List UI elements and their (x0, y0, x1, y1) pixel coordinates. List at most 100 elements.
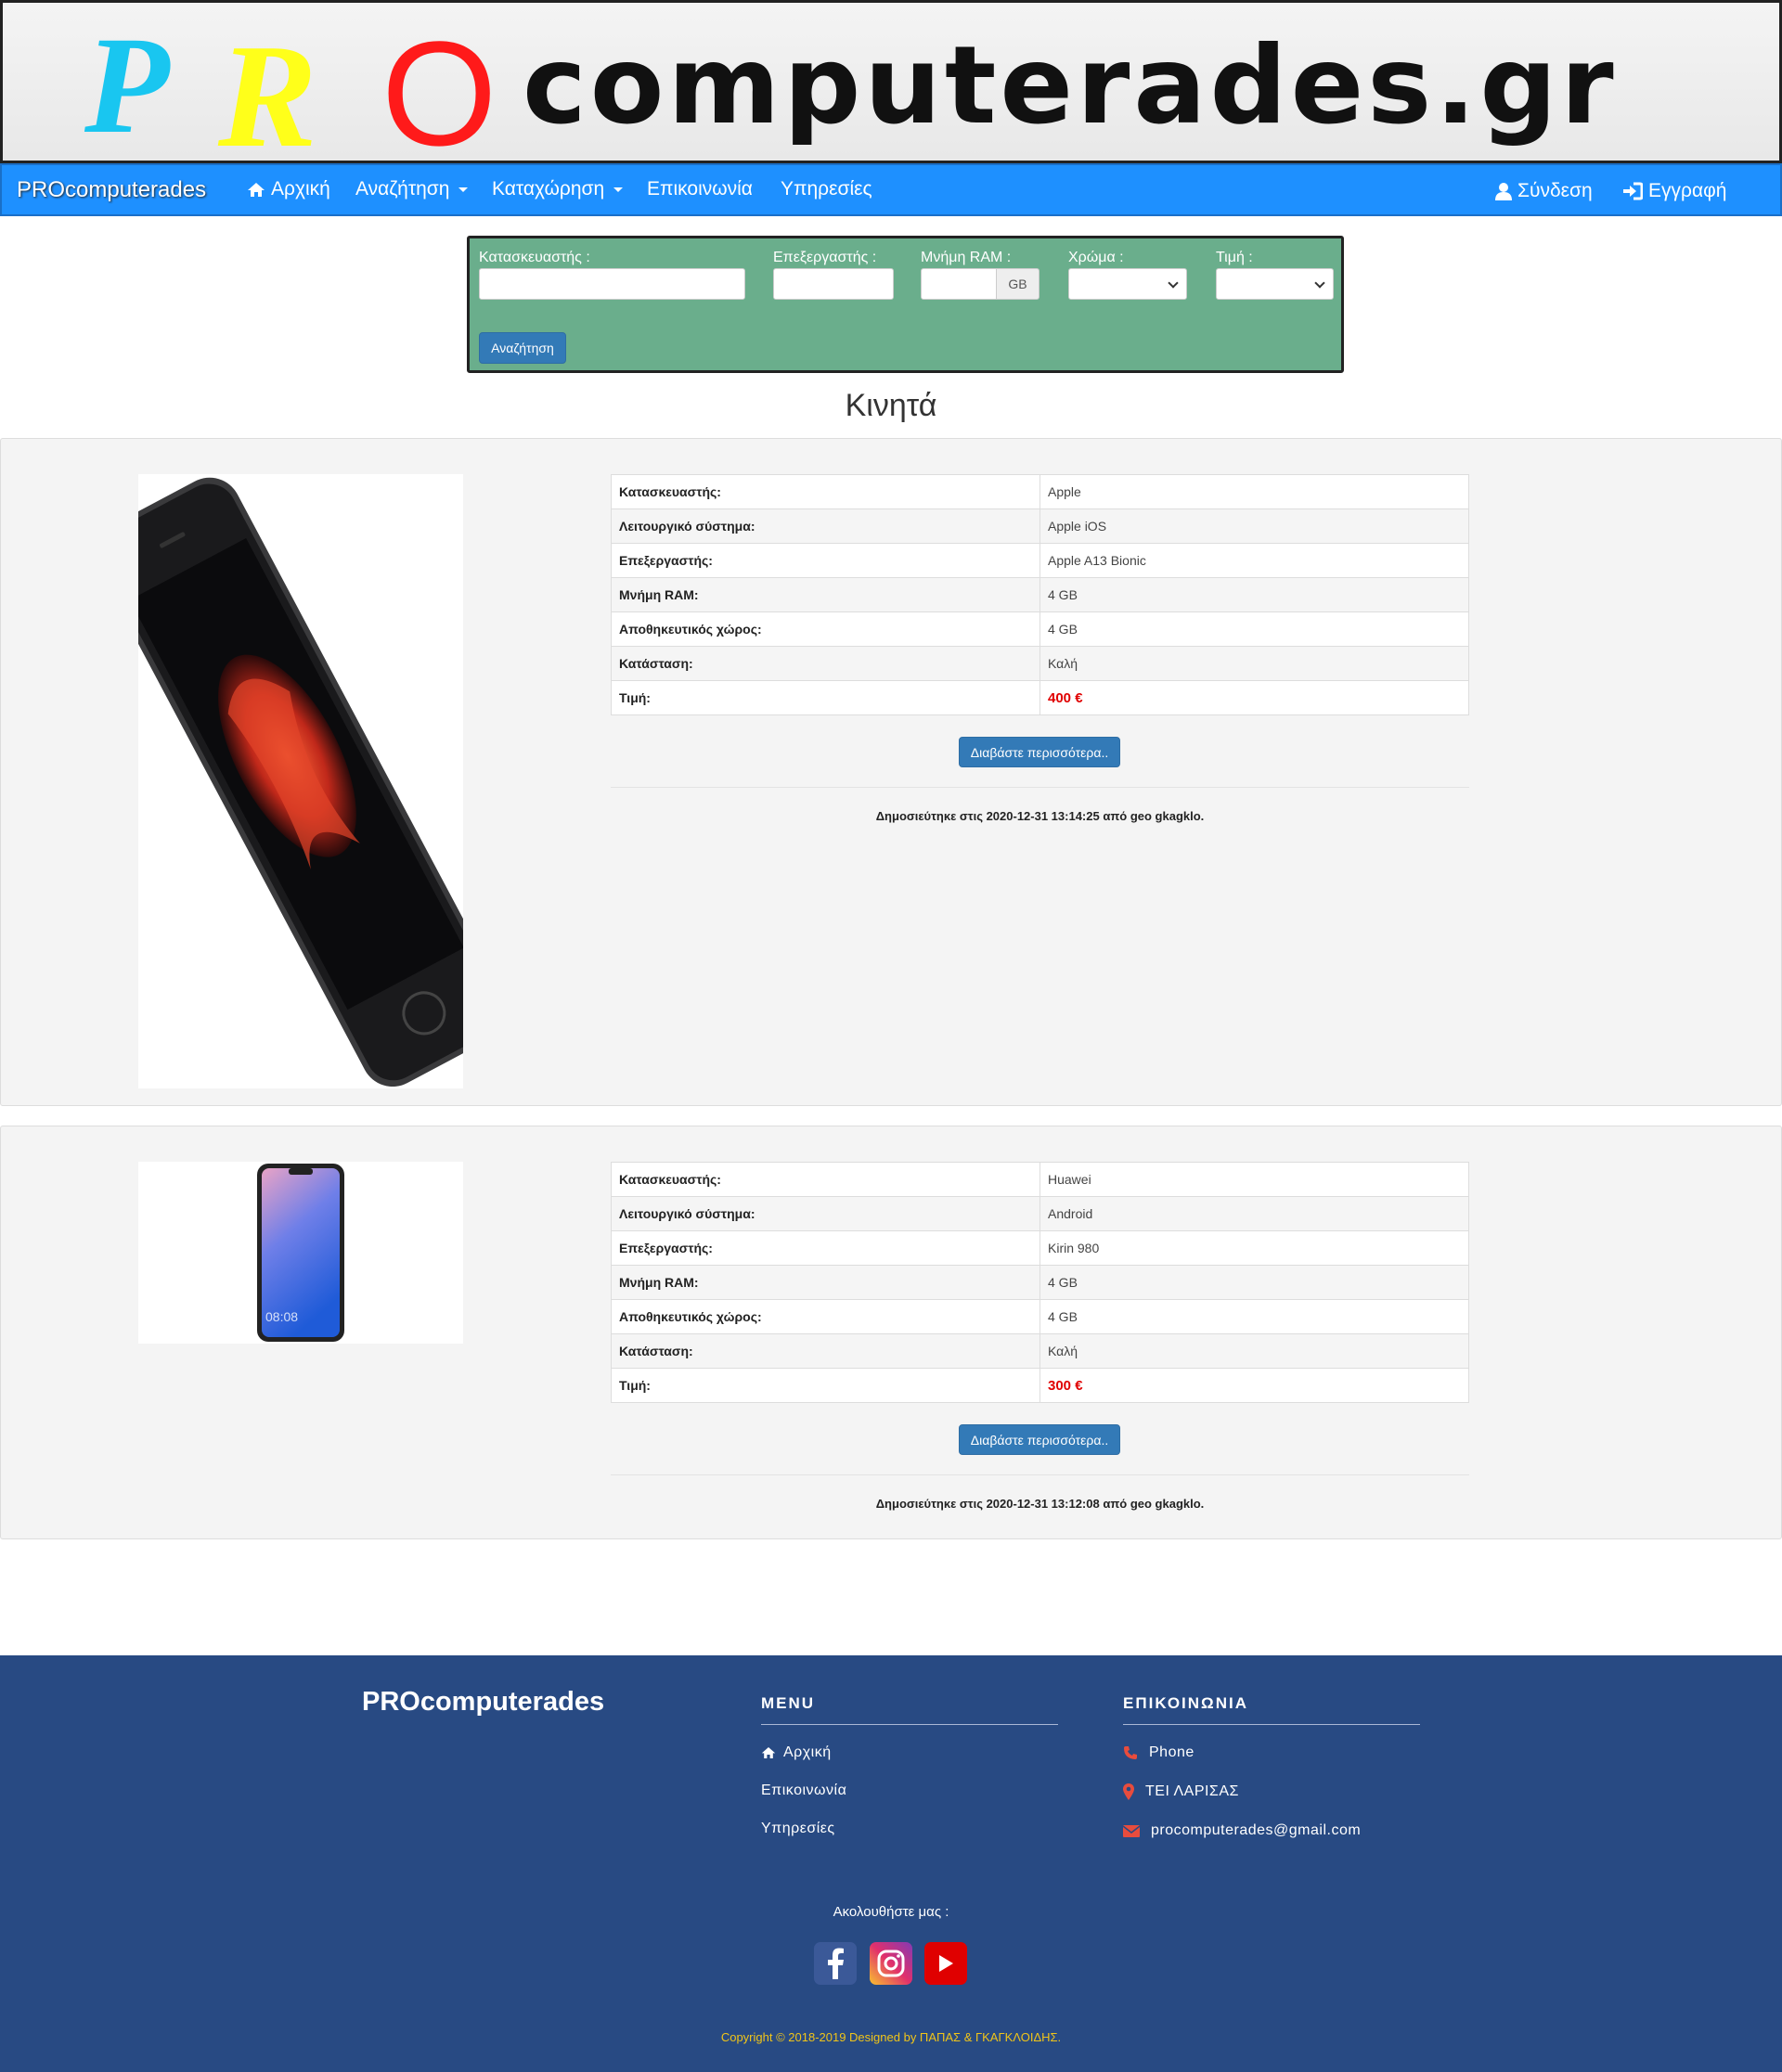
footer-address-label: ΤΕΙ ΛΑΡΙΣΑΣ (1145, 1783, 1239, 1799)
search-panel: Κατασκευαστής : Επεξεργαστής : Μνήμη RAM… (467, 236, 1344, 373)
phone-icon (1124, 1746, 1137, 1759)
iphone-image (138, 477, 463, 1087)
map-marker-icon (1123, 1783, 1134, 1800)
table-row: Λειτουργικό σύστημα: Android (611, 1196, 1469, 1231)
table-row: Αποθηκευτικός χώρος: 4 GB (611, 611, 1469, 647)
read-more-button[interactable]: Διαβάστε περισσότερα.. (959, 1424, 1120, 1455)
price-value: 400 € (1040, 680, 1469, 715)
footer-link-contact[interactable]: Επικοινωνία (761, 1782, 846, 1799)
price-select[interactable] (1216, 268, 1334, 300)
spec-key: Επεξεργαστής: (611, 543, 1040, 578)
divider (611, 1474, 1469, 1475)
ram-input[interactable] (921, 268, 997, 300)
footer-menu-heading: MENU (761, 1694, 816, 1712)
nav-home[interactable]: Αρχική (247, 178, 330, 200)
table-row: Λειτουργικό σύστημα: Apple iOS (611, 508, 1469, 544)
facebook-icon[interactable] (814, 1942, 857, 1985)
spec-table: Κατασκευαστής: Apple Λειτουργικό σύστημα:… (611, 474, 1469, 715)
footer-phone: Phone (1123, 1744, 1194, 1761)
caret-down-icon (613, 187, 624, 192)
read-more-button[interactable]: Διαβάστε περισσότερα.. (959, 737, 1120, 767)
phone-screen-time: 08:08 (265, 1309, 298, 1324)
spec-value: Kirin 980 (1040, 1230, 1469, 1266)
footer-email-label: procomputerades@gmail.com (1151, 1822, 1362, 1838)
table-row: Κατασκευαστής: Huawei (611, 1162, 1469, 1197)
table-row: Κατάσταση: Καλή (611, 646, 1469, 681)
spec-value: Apple (1040, 474, 1469, 509)
spec-key: Αποθηκευτικός χώρος: (611, 611, 1040, 647)
spec-key: Κατάσταση: (611, 1333, 1040, 1369)
logo-text: computerades.gr (523, 23, 1618, 148)
table-row: Κατασκευαστής: Apple (611, 474, 1469, 509)
footer-phone-label: Phone (1149, 1744, 1194, 1760)
spec-value: Apple A13 Bionic (1040, 543, 1469, 578)
footer-address: ΤΕΙ ΛΑΡΙΣΑΣ (1123, 1783, 1239, 1800)
table-row: Επεξεργαστής: Kirin 980 (611, 1230, 1469, 1266)
spec-key: Κατασκευαστής: (611, 1162, 1040, 1197)
spec-table: Κατασκευαστής: Huawei Λειτουργικό σύστημα… (611, 1162, 1469, 1403)
spec-value: 4 GB (1040, 577, 1469, 612)
logo-letter-o: O (381, 10, 497, 163)
spec-key: Αποθηκευτικός χώρος: (611, 1299, 1040, 1334)
nav-register[interactable]: Εγγραφή (1622, 180, 1726, 202)
spec-key: Κατάσταση: (611, 646, 1040, 681)
site-banner[interactable]: P R O computerades.gr (0, 0, 1782, 163)
logo-letter-p: P (84, 8, 170, 162)
follow-us-label: Ακολουθήστε μας : (833, 1904, 949, 1920)
footer-email[interactable]: procomputerades@gmail.com (1123, 1822, 1361, 1839)
published-info: Δημοσιεύτηκε στις 2020-12-31 13:14:25 απ… (875, 809, 1205, 823)
divider (761, 1724, 1058, 1725)
table-row: Αποθηκευτικός χώρος: 4 GB (611, 1299, 1469, 1334)
color-select[interactable] (1068, 268, 1187, 300)
table-row: Επεξεργαστής: Apple A13 Bionic (611, 543, 1469, 578)
ram-label: Μνήμη RAM : (921, 250, 1012, 265)
processor-label: Επεξεργαστής : (773, 250, 877, 265)
spec-value: Καλή (1040, 1333, 1469, 1369)
nav-search-dropdown[interactable]: Αναζήτηση (355, 178, 469, 200)
ram-unit-addon: GB (996, 268, 1040, 300)
envelope-icon (1123, 1824, 1140, 1837)
price-label: Τιμή : (1216, 250, 1253, 265)
home-icon (761, 1747, 776, 1758)
nav-home-label: Αρχική (271, 178, 330, 199)
manufacturer-input[interactable] (479, 268, 745, 300)
footer-brand: PROcomputerades (362, 1687, 605, 1717)
spec-value: Καλή (1040, 646, 1469, 681)
spec-value: Apple iOS (1040, 508, 1469, 544)
spec-value: 4 GB (1040, 1265, 1469, 1300)
published-info: Δημοσιεύτηκε στις 2020-12-31 13:12:08 απ… (875, 1497, 1205, 1511)
spec-key: Μνήμη RAM: (611, 577, 1040, 612)
huawei-image: 08:08 (257, 1164, 344, 1342)
main-navbar: PROcomputerades Αρχική Αναζήτηση Καταχώρ… (0, 163, 1782, 216)
instagram-icon[interactable] (870, 1942, 912, 1985)
footer-contact-heading: ΕΠΙΚΟΙΝΩΝΙΑ (1123, 1694, 1248, 1712)
copyright-text: Copyright © 2018-2019 Designed by ΠΑΠΑΣ … (720, 2030, 1062, 2044)
nav-register-label: Εγγραφή (1648, 180, 1727, 201)
nav-contact[interactable]: Επικοινωνία (647, 178, 753, 200)
product-card: Κατασκευαστής: Apple Λειτουργικό σύστημα:… (0, 438, 1782, 1106)
product-image-iphone[interactable] (138, 474, 463, 1088)
youtube-icon[interactable] (924, 1942, 967, 1985)
spec-value: Huawei (1040, 1162, 1469, 1197)
search-submit-button[interactable]: Αναζήτηση (479, 332, 566, 364)
nav-listing-dropdown[interactable]: Καταχώρηση (492, 178, 624, 200)
nav-search-label: Αναζήτηση (355, 178, 450, 199)
nav-listing-label: Καταχώρηση (492, 178, 605, 199)
user-icon (1495, 183, 1512, 200)
site-footer: PROcomputerades MENU Αρχική Επικοινωνία … (0, 1655, 1782, 2072)
table-row: Μνήμη RAM: 4 GB (611, 1265, 1469, 1300)
sign-in-icon (1623, 182, 1643, 200)
divider (611, 787, 1469, 788)
nav-login[interactable]: Σύνδεση (1495, 180, 1593, 202)
product-image-huawei[interactable]: 08:08 (138, 1162, 463, 1344)
divider (1123, 1724, 1420, 1725)
nav-services[interactable]: Υπηρεσίες (781, 178, 872, 200)
spec-value: 4 GB (1040, 611, 1469, 647)
color-label: Χρώμα : (1068, 250, 1124, 265)
processor-input[interactable] (773, 268, 894, 300)
navbar-brand[interactable]: PROcomputerades (17, 177, 206, 203)
footer-link-services[interactable]: Υπηρεσίες (761, 1821, 835, 1837)
logo-letter-r: R (218, 13, 317, 163)
footer-link-home[interactable]: Αρχική (761, 1744, 832, 1761)
spec-key: Λειτουργικό σύστημα: (611, 508, 1040, 544)
